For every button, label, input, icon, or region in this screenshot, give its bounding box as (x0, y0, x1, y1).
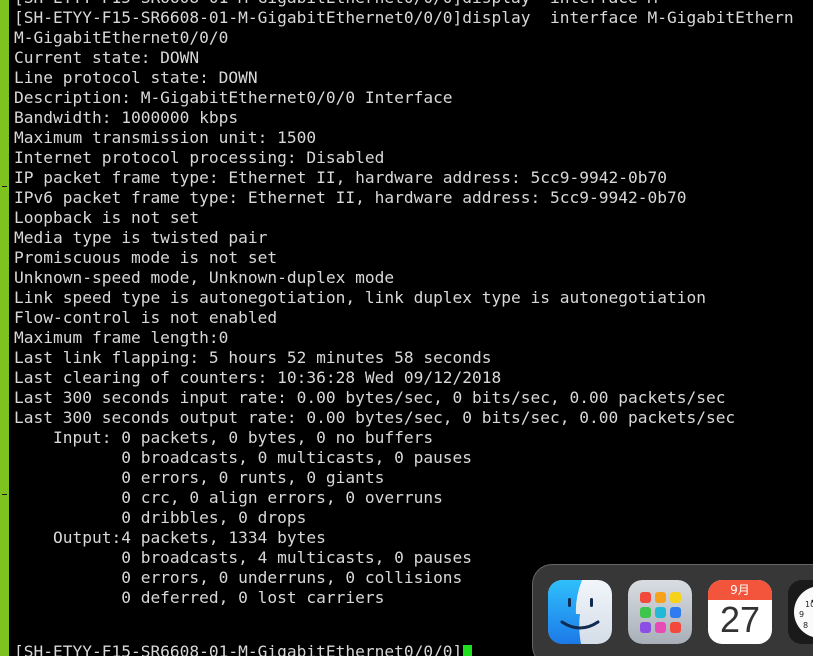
terminal-line: [SH-ETYY-F15-SR6608-01-M-GigabitEthernet… (14, 0, 794, 8)
terminal-line: Line protocol state: DOWN (14, 68, 258, 87)
terminal-line: Last clearing of counters: 10:36:28 Wed … (14, 368, 502, 387)
terminal-line: Internet protocol processing: Disabled (14, 148, 385, 167)
svg-text:8: 8 (803, 621, 808, 630)
left-window-edge (0, 0, 9, 656)
terminal-prompt: [SH-ETYY-F15-SR6608-01-M-GigabitEthernet… (14, 642, 463, 656)
terminal-prompt-line[interactable]: [SH-ETYY-F15-SR6608-01-M-GigabitEthernet… (14, 642, 473, 656)
terminal-line: Unknown-speed mode, Unknown-duplex mode (14, 268, 395, 287)
terminal-window[interactable]: [SH-ETYY-F15-SR6608-01-M-GigabitEthernet… (9, 0, 813, 656)
terminal-line: Maximum transmission unit: 1500 (14, 128, 317, 147)
dock: 9月 27 10 9 8 (532, 564, 813, 656)
svg-text:9: 9 (799, 610, 804, 619)
terminal-line: [SH-ETYY-F15-SR6608-01-M-GigabitEthernet… (14, 8, 794, 27)
terminal-line: Link speed type is autonegotiation, link… (14, 288, 706, 307)
terminal-line: 0 errors, 0 runts, 0 giants (14, 468, 385, 487)
text-cursor (463, 645, 473, 656)
screen: [SH-ETYY-F15-SR6608-01-M-GigabitEthernet… (0, 0, 813, 656)
launchpad-grid-icon[interactable] (628, 580, 692, 644)
finder-icon[interactable] (548, 580, 612, 644)
terminal-line: Loopback is not set (14, 208, 200, 227)
terminal-line: Description: M-GigabitEthernet0/0/0 Inte… (14, 88, 453, 107)
terminal-line: Last link flapping: 5 hours 52 minutes 5… (14, 348, 492, 367)
terminal-output: [SH-ETYY-F15-SR6608-01-M-GigabitEthernet… (14, 0, 794, 628)
calendar-day: 27 (719, 599, 761, 640)
terminal-line: 0 broadcasts, 0 multicasts, 0 pauses (14, 448, 473, 467)
terminal-line: Bandwidth: 1000000 kbps (14, 108, 239, 127)
terminal-line: IP packet frame type: Ethernet II, hardw… (14, 168, 667, 187)
calendar-icon[interactable]: 9月 27 (708, 580, 772, 644)
terminal-line: M-GigabitEthernet0/0/0 (14, 28, 229, 47)
terminal-line: 0 dribbles, 0 drops (14, 508, 307, 527)
edge-mark (2, 494, 7, 495)
terminal-line: IPv6 packet frame type: Ethernet II, har… (14, 188, 687, 207)
terminal-line: 0 crc, 0 align errors, 0 overruns (14, 488, 443, 507)
terminal-line: Input: 0 packets, 0 bytes, 0 no buffers (14, 428, 434, 447)
edge-mark (2, 186, 7, 187)
terminal-line: Media type is twisted pair (14, 228, 268, 247)
terminal-line: Flow-control is not enabled (14, 308, 278, 327)
terminal-line: Maximum frame length:0 (14, 328, 229, 347)
terminal-line: Promiscuous mode is not set (14, 248, 278, 267)
terminal-line: Last 300 seconds input rate: 0.00 bytes/… (14, 388, 726, 407)
clock-icon[interactable]: 10 9 8 (788, 580, 813, 644)
terminal-line: Output:4 packets, 1334 bytes (14, 528, 326, 547)
terminal-line: Last 300 seconds output rate: 0.00 bytes… (14, 408, 736, 427)
terminal-line: Current state: DOWN (14, 48, 200, 67)
calendar-month: 9月 (708, 580, 772, 600)
